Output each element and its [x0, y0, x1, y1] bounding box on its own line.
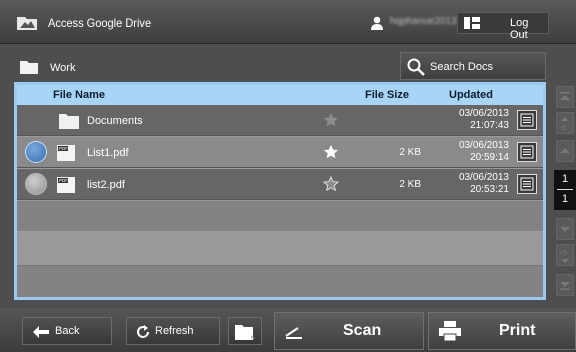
- logout-icon: [464, 17, 480, 29]
- current-page: 1: [561, 173, 569, 185]
- logout-label: Log Out: [510, 17, 529, 41]
- google-drive-icon: [17, 17, 37, 30]
- pager: -5 1 1 +5: [554, 82, 576, 300]
- search-docs-label: Search Docs: [430, 61, 493, 73]
- page-up-5-button[interactable]: -5: [556, 112, 574, 134]
- refresh-label: Refresh: [155, 325, 194, 337]
- print-button[interactable]: Print: [428, 312, 576, 350]
- column-header-updated: Updated: [449, 89, 493, 101]
- logout-button[interactable]: Log Out: [457, 12, 549, 41]
- arrow-left-icon: [33, 326, 49, 338]
- file-size: 2 KB: [399, 147, 421, 158]
- pdf-file-icon: PDF: [57, 145, 75, 161]
- scan-label: Scan: [343, 322, 382, 339]
- table-header: File Name File Size Updated: [17, 85, 543, 105]
- chevron-up-icon: [560, 148, 570, 153]
- svg-text:+5: +5: [559, 250, 567, 257]
- column-header-size: File Size: [365, 89, 410, 101]
- back-button[interactable]: Back: [22, 317, 112, 345]
- empty-row: [17, 201, 543, 232]
- star-icon[interactable]: [323, 144, 339, 160]
- page-down-5-button[interactable]: +5: [556, 244, 574, 266]
- svg-text:-5: -5: [560, 125, 566, 132]
- file-size: 2 KB: [399, 179, 421, 190]
- user-icon: [371, 16, 383, 30]
- svg-text:PDF: PDF: [59, 178, 68, 183]
- file-updated: 03/06/2013 20:53:21: [458, 172, 509, 195]
- folder-icon: [20, 61, 38, 74]
- file-name: Documents: [87, 115, 143, 127]
- current-folder-name: Work: [50, 62, 76, 74]
- page-divider: [557, 189, 573, 190]
- scroll-up-button[interactable]: [556, 140, 574, 162]
- refresh-icon: [137, 325, 149, 338]
- empty-row: [17, 265, 543, 297]
- details-icon[interactable]: [517, 174, 537, 194]
- file-name: list2.pdf: [87, 179, 125, 191]
- folder-icon: [59, 114, 79, 129]
- search-icon: [407, 58, 425, 76]
- total-pages: 1: [561, 193, 569, 205]
- svg-text:PDF: PDF: [59, 146, 68, 151]
- top-bar: Access Google Drive hqphanue2013 Log Out: [0, 0, 576, 44]
- printer-icon: [439, 321, 461, 341]
- search-docs-button[interactable]: Search Docs: [400, 52, 546, 80]
- file-updated: 03/06/2013 21:07:43: [458, 108, 509, 131]
- table-row[interactable]: Documents 03/06/2013 21:07:43: [17, 105, 543, 136]
- bottom-bar: Back Refresh Scan Print: [0, 308, 576, 352]
- scroll-bottom-icon: [560, 282, 570, 290]
- move-to-folder-button[interactable]: [228, 317, 262, 345]
- print-label: Print: [499, 322, 536, 339]
- select-radio[interactable]: [25, 173, 47, 195]
- folder-download-icon: [235, 325, 255, 340]
- chevron-down-icon: [560, 227, 570, 232]
- scan-icon: [285, 327, 302, 339]
- scroll-top-icon: [560, 92, 570, 100]
- refresh-button[interactable]: Refresh: [126, 317, 220, 345]
- page-up-icon: -5: [560, 117, 569, 132]
- star-icon[interactable]: [323, 112, 339, 128]
- scroll-top-button[interactable]: [556, 86, 574, 108]
- details-icon[interactable]: [517, 110, 537, 130]
- back-label: Back: [55, 325, 80, 337]
- column-header-name: File Name: [53, 89, 105, 101]
- page-indicator: 1 1: [554, 170, 576, 210]
- select-radio[interactable]: [25, 141, 47, 163]
- scroll-bottom-button[interactable]: [556, 274, 574, 296]
- user-name: hqphanue2013: [390, 16, 457, 27]
- star-icon[interactable]: [323, 176, 339, 192]
- app-title: Access Google Drive: [48, 16, 152, 30]
- file-table: File Name File Size Updated Documents 03…: [14, 82, 546, 300]
- table-row[interactable]: PDF list2.pdf 2 KB 03/06/2013 20:53:21: [17, 169, 543, 200]
- pdf-file-icon: PDF: [57, 177, 75, 193]
- scan-button[interactable]: Scan: [274, 312, 424, 350]
- table-row[interactable]: PDF List1.pdf 2 KB 03/06/2013 20:59:14: [17, 137, 543, 168]
- details-icon[interactable]: [517, 142, 537, 162]
- empty-row: [17, 233, 543, 264]
- page-down-icon: +5: [559, 250, 569, 263]
- file-updated: 03/06/2013 20:59:14: [458, 140, 509, 163]
- scroll-down-button[interactable]: [556, 218, 574, 240]
- file-name: List1.pdf: [87, 147, 129, 159]
